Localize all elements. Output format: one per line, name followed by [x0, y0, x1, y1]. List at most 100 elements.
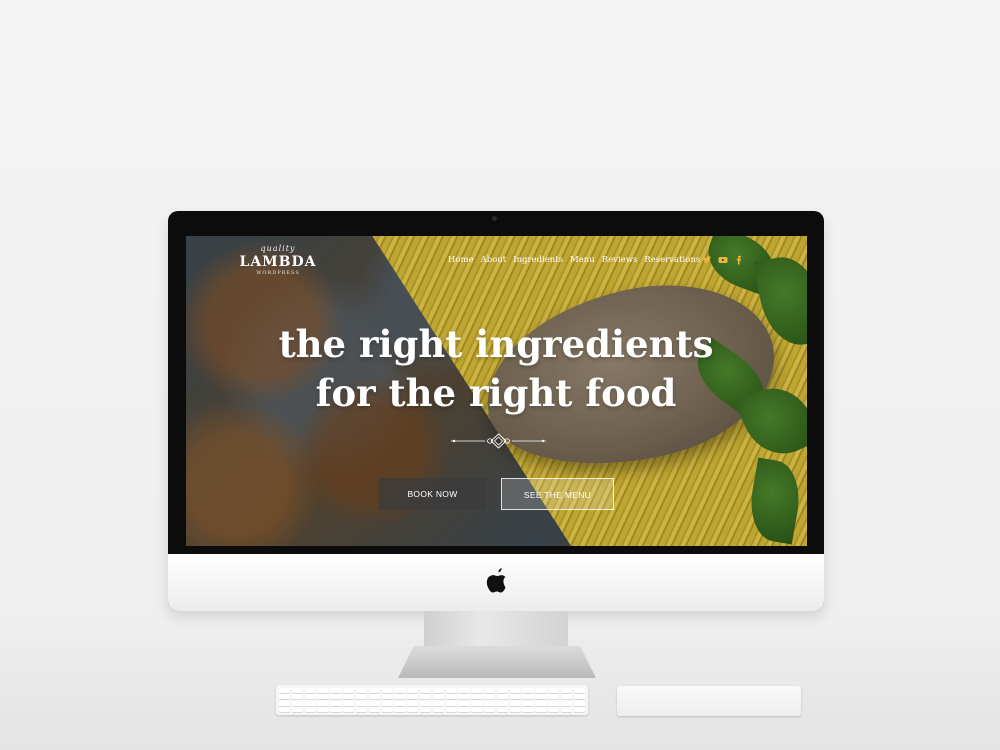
keyboard-key: [522, 694, 534, 700]
keyboard-key: [279, 694, 291, 700]
trackpad: [617, 686, 801, 716]
keyboard-key: [381, 700, 393, 706]
see-menu-button[interactable]: SEE THE MENU: [501, 478, 614, 510]
keyboard-key: [548, 688, 560, 693]
keyboard-key: [291, 700, 304, 706]
keyboard-key: [407, 700, 419, 706]
keyboard-key: [368, 707, 380, 712]
keyboard-key: [432, 707, 445, 712]
keyboard-key: [304, 700, 316, 706]
keyboard-key: [458, 694, 470, 700]
keyboard-key: [496, 688, 509, 693]
keyboard-key: [458, 707, 470, 712]
nav-item-home[interactable]: Home: [448, 255, 474, 265]
keyboard-key: [509, 694, 521, 700]
keyboard-key: [343, 694, 355, 700]
keyboard-key: [304, 707, 316, 712]
keyboard-key: [407, 688, 419, 693]
logo-tagline: quality: [260, 244, 296, 253]
keyboard: [276, 685, 588, 715]
keyboard-key: [509, 707, 521, 712]
youtube-icon[interactable]: [718, 255, 728, 265]
keyboard-key: [291, 707, 304, 712]
nav-item-menu[interactable]: Menu: [570, 255, 595, 265]
keyboard-key: [522, 700, 534, 706]
logo-name: LAMBDA: [239, 254, 317, 270]
keyboard-key: [291, 688, 304, 693]
keyboard-key: [419, 688, 432, 693]
keyboard-key: [548, 694, 560, 700]
keyboard-key: [279, 688, 291, 693]
keyboard-key: [484, 694, 496, 700]
headline-line-2: for the right food: [315, 371, 677, 415]
keyboard-key: [368, 700, 380, 706]
keyboard-key: [407, 694, 419, 700]
keyboard-key: [419, 700, 432, 706]
keyboard-key: [560, 700, 573, 706]
headline-line-1: the right ingredients: [278, 322, 714, 366]
keyboard-key: [509, 700, 521, 706]
keyboard-key: [317, 694, 329, 700]
nav-item-ingredients[interactable]: Ingredients: [513, 255, 563, 265]
keyboard-key: [522, 707, 534, 712]
keyboard-key: [419, 694, 432, 700]
nav-item-reviews[interactable]: Reviews: [602, 255, 638, 265]
hero-headline: the right ingredients for the right food: [226, 320, 766, 418]
keyboard-key: [560, 688, 573, 693]
keyboard-key: [330, 694, 342, 700]
camera-dot: [492, 216, 497, 221]
keyboard-key: [368, 694, 380, 700]
twitter-icon[interactable]: [702, 255, 712, 265]
keyboard-key: [291, 694, 304, 700]
keyboard-key: [573, 707, 585, 712]
keyboard-key: [368, 688, 380, 693]
social-links: [702, 255, 744, 265]
keyboard-key: [484, 700, 496, 706]
monitor-stand-base: [398, 646, 596, 678]
nav-item-about[interactable]: About: [481, 255, 507, 265]
keyboard-key: [458, 700, 470, 706]
keyboard-key: [432, 694, 445, 700]
keyboard-key: [355, 694, 368, 700]
keyboard-key: [496, 700, 509, 706]
keyboard-key: [304, 688, 316, 693]
website-screen: quality LAMBDA WORDPRESS Home About Ingr…: [186, 236, 807, 546]
keyboard-key: [509, 688, 521, 693]
keyboard-key: [471, 688, 483, 693]
keyboard-key: [317, 700, 329, 706]
monitor-chin: [168, 554, 824, 611]
keyboard-key: [496, 694, 509, 700]
keyboard-key: [432, 700, 445, 706]
keyboard-key: [548, 707, 560, 712]
main-nav: Home About Ingredients Menu Reviews Rese…: [448, 255, 700, 265]
keyboard-key: [394, 688, 406, 693]
keyboard-key: [535, 707, 547, 712]
keyboard-key: [535, 700, 547, 706]
nav-item-reservations[interactable]: Reservations: [644, 255, 700, 265]
keyboard-key: [484, 707, 496, 712]
keyboard-key: [343, 707, 355, 712]
keyboard-key: [394, 700, 406, 706]
keyboard-key: [573, 688, 585, 693]
keyboard-key: [471, 700, 483, 706]
keyboard-key: [496, 707, 509, 712]
keyboard-key: [445, 707, 457, 712]
facebook-icon[interactable]: [734, 255, 744, 265]
keyboard-key: [471, 694, 483, 700]
keyboard-key: [471, 707, 483, 712]
keyboard-key: [484, 688, 496, 693]
keyboard-key: [304, 694, 316, 700]
keyboard-key: [535, 694, 547, 700]
keyboard-key: [317, 707, 329, 712]
keyboard-key: [343, 700, 355, 706]
keyboard-key: [573, 700, 585, 706]
keyboard-key: [445, 688, 457, 693]
monitor-stand-neck: [424, 611, 568, 647]
keyboard-key: [407, 707, 419, 712]
keyboard-key: [381, 694, 393, 700]
keyboard-key: [355, 707, 368, 712]
book-now-button[interactable]: BOOK NOW: [379, 478, 486, 510]
keyboard-key: [355, 688, 368, 693]
keyboard-key: [560, 694, 573, 700]
site-logo[interactable]: quality LAMBDA WORDPRESS: [238, 244, 318, 290]
